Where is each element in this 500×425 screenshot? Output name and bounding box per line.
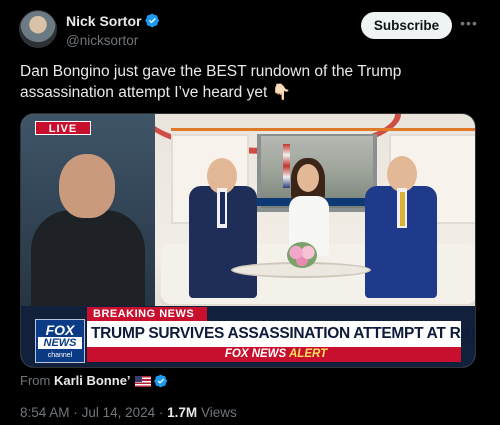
views-count[interactable]: 1.7M — [167, 405, 197, 420]
views-label: Views — [200, 405, 237, 420]
alert-word: ALERT — [289, 348, 328, 360]
tweet-date[interactable]: Jul 14, 2024 — [82, 405, 156, 420]
video-player[interactable]: LIVE FOX NEWS channel BREAKING NEWS TRUM… — [20, 113, 476, 368]
logo-news: NEWS — [38, 337, 82, 349]
tweet-text: Dan Bongino just gave the BEST rundown o… — [20, 63, 402, 101]
us-flag-icon — [134, 376, 151, 387]
verified-badge-icon — [145, 14, 160, 28]
guest-body — [31, 210, 145, 306]
author-name[interactable]: Nick Sortor — [66, 13, 141, 29]
tweet-time[interactable]: 8:54 AM — [20, 405, 70, 420]
flowers — [287, 242, 317, 268]
author-block[interactable]: Nick Sortor @nicksortor — [66, 12, 160, 48]
live-badge: LIVE — [35, 121, 91, 135]
alert-prefix: FOX NEWS — [224, 348, 287, 360]
studio-accent-line — [171, 128, 475, 131]
subscribe-button[interactable]: Subscribe — [361, 12, 452, 39]
verified-badge-icon — [153, 374, 167, 388]
author-handle[interactable]: @nicksortor — [66, 33, 160, 48]
more-icon[interactable]: ••• — [459, 13, 479, 33]
headline-text: TRUMP SURVIVES ASSASSINATION ATTEMPT AT … — [91, 325, 476, 342]
alert-text: FOX NEWS ALERT — [91, 347, 461, 362]
tweet-meta: 8:54 AM · Jul 14, 2024 · 1.7M Views — [20, 405, 237, 420]
logo-channel: channel — [47, 352, 73, 359]
avatar[interactable] — [19, 10, 57, 48]
meta-separator: · — [73, 405, 78, 420]
studio-scene: LIVE FOX NEWS channel BREAKING NEWS TRUM… — [21, 114, 476, 367]
breaking-news-label: BREAKING NEWS — [87, 307, 207, 321]
tweet-header: Nick Sortor @nicksortor Subscribe ••• — [0, 0, 500, 56]
guest-inset — [21, 114, 155, 306]
logo-fox: FOX — [45, 322, 75, 338]
source-attribution: From Karli Bonne’ — [20, 373, 168, 388]
meta-separator: · — [158, 405, 164, 420]
from-label: From — [20, 373, 51, 388]
flag-image — [283, 144, 290, 188]
guest-head — [59, 154, 115, 218]
from-name[interactable]: Karli Bonne’ — [54, 373, 131, 388]
fox-news-logo: FOX NEWS channel — [35, 319, 85, 363]
